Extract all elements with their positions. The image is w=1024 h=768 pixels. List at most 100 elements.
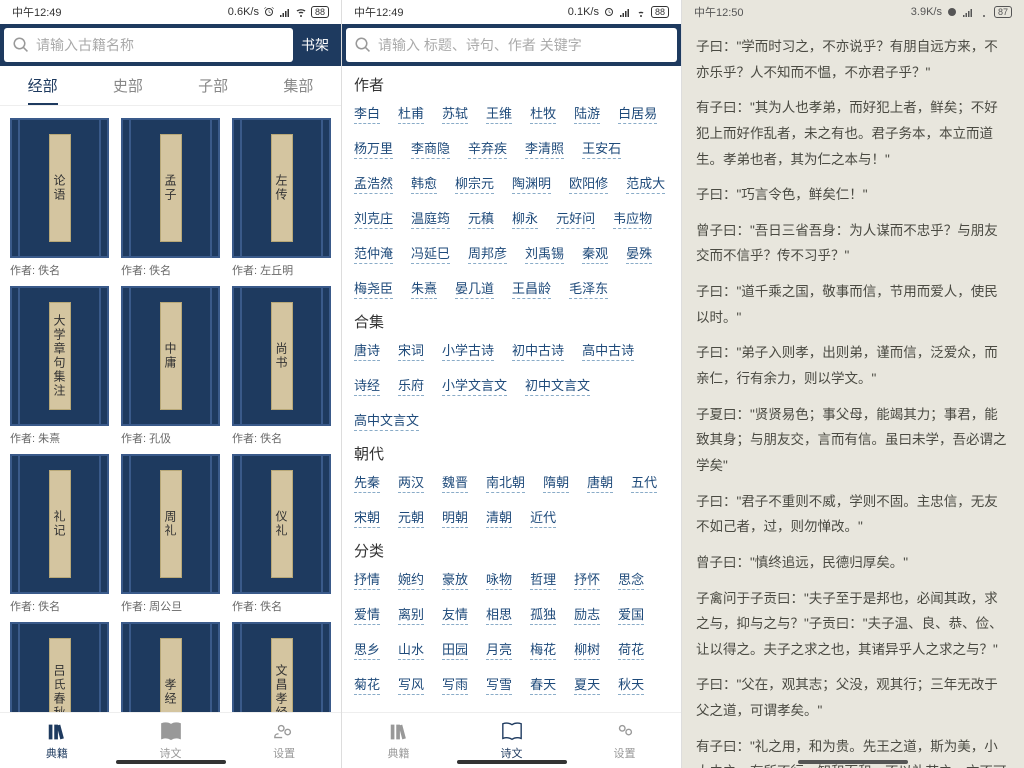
book-item[interactable]: 左传作者: 左丘明	[226, 114, 337, 282]
filter-tag[interactable]: 晏殊	[626, 243, 652, 264]
filter-tag[interactable]: 杨万里	[354, 138, 393, 159]
book-item[interactable]: 大学章句集注作者: 朱熹	[4, 282, 115, 450]
filter-tag[interactable]: 小学古诗	[442, 340, 494, 361]
filter-tag[interactable]: 友情	[442, 604, 468, 625]
filter-tag[interactable]: 唐朝	[587, 472, 613, 493]
filter-tag[interactable]: 秋天	[618, 674, 644, 695]
filter-tag[interactable]: 元稹	[468, 208, 494, 229]
tab-zi[interactable]: 子部	[171, 66, 256, 105]
filter-tag[interactable]: 孟浩然	[354, 173, 393, 194]
filter-tag[interactable]: 抒情	[354, 569, 380, 590]
filter-tag[interactable]: 刘禹锡	[525, 243, 564, 264]
filter-tag[interactable]: 杜牧	[530, 103, 556, 124]
filter-tag[interactable]: 秦观	[582, 243, 608, 264]
tab-jing[interactable]: 经部	[0, 66, 85, 105]
filter-tag[interactable]: 山水	[398, 639, 424, 660]
filter-tag[interactable]: 写雪	[486, 674, 512, 695]
filter-tag[interactable]: 辛弃疾	[468, 138, 507, 159]
filter-tag[interactable]: 田园	[442, 639, 468, 660]
search-input[interactable]: 请输入古籍名称	[4, 28, 293, 62]
book-item[interactable]: 孝经	[115, 618, 226, 712]
filter-tag[interactable]: 写风	[398, 674, 424, 695]
home-indicator[interactable]	[116, 760, 226, 764]
filter-tag[interactable]: 离别	[398, 604, 424, 625]
filter-tag[interactable]: 苏轼	[442, 103, 468, 124]
filter-tag[interactable]: 柳树	[574, 639, 600, 660]
filter-tag[interactable]: 明朝	[442, 507, 468, 528]
tab-ji[interactable]: 集部	[256, 66, 341, 105]
filter-tag[interactable]: 柳永	[512, 208, 538, 229]
filter-tag[interactable]: 清朝	[486, 507, 512, 528]
filter-tag[interactable]: 春天	[530, 674, 556, 695]
filter-tag[interactable]: 高中古诗	[582, 340, 634, 361]
book-item[interactable]: 文昌孝经	[226, 618, 337, 712]
filter-tag[interactable]: 李白	[354, 103, 380, 124]
filter-tag[interactable]: 李商隐	[411, 138, 450, 159]
filter-tag[interactable]: 唐诗	[354, 340, 380, 361]
search-input[interactable]: 请输入 标题、诗句、作者 关键字	[346, 28, 677, 62]
filter-tag[interactable]: 李清照	[525, 138, 564, 159]
filter-tag[interactable]: 诗经	[354, 375, 380, 396]
bookshelf-button[interactable]: 书架	[293, 35, 337, 55]
filter-tag[interactable]: 思念	[618, 569, 644, 590]
filter-tag[interactable]: 白居易	[618, 103, 657, 124]
filter-tag[interactable]: 梅花	[530, 639, 556, 660]
filter-tag[interactable]: 豪放	[442, 569, 468, 590]
book-item[interactable]: 尚书作者: 佚名	[226, 282, 337, 450]
filter-tag[interactable]: 先秦	[354, 472, 380, 493]
filter-tag[interactable]: 晏几道	[455, 278, 494, 299]
filter-tag[interactable]: 爱情	[354, 604, 380, 625]
filter-tag[interactable]: 写雨	[442, 674, 468, 695]
filter-tag[interactable]: 毛泽东	[569, 278, 608, 299]
nav-settings[interactable]: 设置	[568, 713, 681, 768]
book-item[interactable]: 周礼作者: 周公旦	[115, 450, 226, 618]
book-item[interactable]: 礼记作者: 佚名	[4, 450, 115, 618]
nav-settings[interactable]: 设置	[227, 713, 341, 768]
filter-tag[interactable]: 抒怀	[574, 569, 600, 590]
filter-tag[interactable]: 周邦彦	[468, 243, 507, 264]
filter-tag[interactable]: 荷花	[618, 639, 644, 660]
filter-tag[interactable]: 初中文言文	[525, 375, 590, 396]
filter-tag[interactable]: 范仲淹	[354, 243, 393, 264]
filter-tag[interactable]: 爱国	[618, 604, 644, 625]
filter-tag[interactable]: 思乡	[354, 639, 380, 660]
filter-tag[interactable]: 夏天	[574, 674, 600, 695]
filter-tag[interactable]: 婉约	[398, 569, 424, 590]
filter-tag[interactable]: 乐府	[398, 375, 424, 396]
filter-tag[interactable]: 哲理	[530, 569, 556, 590]
filter-tag[interactable]: 五代	[631, 472, 657, 493]
filter-tag[interactable]: 王昌龄	[512, 278, 551, 299]
filter-tag[interactable]: 高中文言文	[354, 410, 419, 431]
filter-tag[interactable]: 范成大	[626, 173, 665, 194]
filter-tag[interactable]: 陶渊明	[512, 173, 551, 194]
filter-tag[interactable]: 月亮	[486, 639, 512, 660]
book-item[interactable]: 仪礼作者: 佚名	[226, 450, 337, 618]
book-item[interactable]: 论语作者: 佚名	[4, 114, 115, 282]
book-grid[interactable]: 论语作者: 佚名孟子作者: 佚名左传作者: 左丘明大学章句集注作者: 朱熹中庸作…	[0, 106, 341, 712]
filter-tag[interactable]: 宋词	[398, 340, 424, 361]
filter-tag[interactable]: 冯延巳	[411, 243, 450, 264]
filter-tag[interactable]: 励志	[574, 604, 600, 625]
home-indicator[interactable]	[457, 760, 567, 764]
filter-tag[interactable]: 梅尧臣	[354, 278, 393, 299]
filter-tag[interactable]: 小学文言文	[442, 375, 507, 396]
filter-tag[interactable]: 温庭筠	[411, 208, 450, 229]
filter-tag[interactable]: 菊花	[354, 674, 380, 695]
filter-tag[interactable]: 王维	[486, 103, 512, 124]
book-item[interactable]: 中庸作者: 孔伋	[115, 282, 226, 450]
filter-tag[interactable]: 隋朝	[543, 472, 569, 493]
nav-books[interactable]: 典籍	[0, 713, 114, 768]
filter-tag[interactable]: 近代	[530, 507, 556, 528]
filter-tag[interactable]: 初中古诗	[512, 340, 564, 361]
tab-shi[interactable]: 史部	[85, 66, 170, 105]
filter-tag[interactable]: 相思	[486, 604, 512, 625]
filter-tag[interactable]: 柳宗元	[455, 173, 494, 194]
filter-tag[interactable]: 咏物	[486, 569, 512, 590]
reader-content[interactable]: 子曰："学而时习之，不亦说乎？有朋自远方来，不亦乐乎？人不知而不愠，不亦君子乎？…	[682, 24, 1024, 768]
home-indicator[interactable]	[798, 760, 908, 764]
book-item[interactable]: 孟子作者: 佚名	[115, 114, 226, 282]
filter-panel[interactable]: 作者李白杜甫苏轼王维杜牧陆游白居易杨万里李商隐辛弃疾李清照王安石孟浩然韩愈柳宗元…	[342, 66, 681, 712]
filter-tag[interactable]: 杜甫	[398, 103, 424, 124]
filter-tag[interactable]: 南北朝	[486, 472, 525, 493]
nav-books[interactable]: 典籍	[342, 713, 455, 768]
